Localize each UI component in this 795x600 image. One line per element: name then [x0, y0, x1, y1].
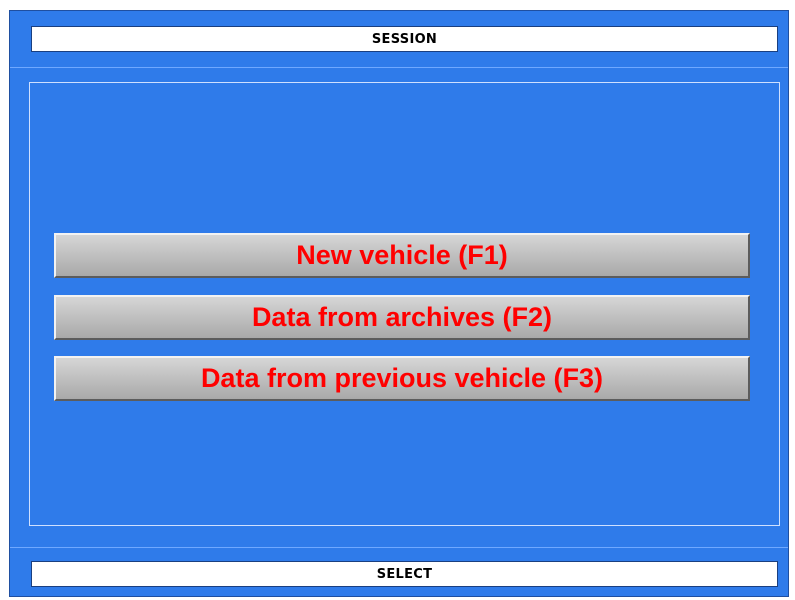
- bottom-divider: [10, 547, 788, 548]
- status-text: SELECT: [376, 566, 433, 582]
- data-from-archives-button[interactable]: Data from archives (F2): [54, 295, 750, 340]
- data-from-previous-vehicle-button[interactable]: Data from previous vehicle (F3): [54, 356, 750, 401]
- new-vehicle-button[interactable]: New vehicle (F1): [54, 233, 750, 278]
- status-bar: SELECT: [31, 561, 778, 587]
- data-from-previous-vehicle-label: Data from previous vehicle (F3): [200, 363, 604, 393]
- new-vehicle-label: New vehicle (F1): [296, 240, 508, 270]
- data-from-archives-label: Data from archives (F2): [251, 302, 553, 332]
- session-window: SESSION New vehicle (F1) Data from archi…: [9, 10, 789, 597]
- page-title: SESSION: [371, 31, 438, 47]
- top-divider: [10, 67, 788, 68]
- title-bar: SESSION: [31, 26, 778, 52]
